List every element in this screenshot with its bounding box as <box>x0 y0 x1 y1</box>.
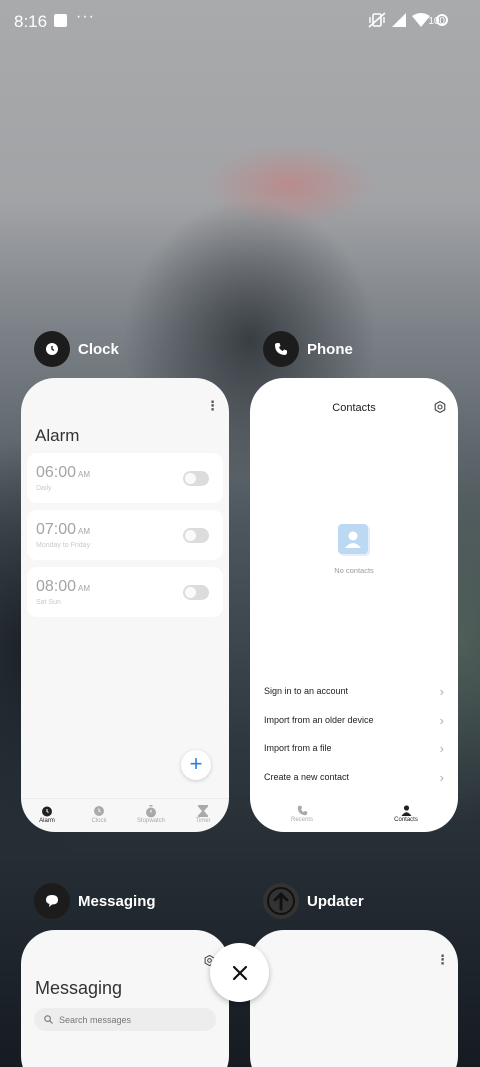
empty-contacts-icon <box>338 524 368 554</box>
import-older-device-row[interactable]: Import from an older device › <box>264 713 444 735</box>
alarm-time-value: 07:00 <box>36 521 77 538</box>
updater-app-card[interactable]: ⋮ <box>250 930 458 1067</box>
messaging-app-card[interactable]: Messaging Search messages <box>21 930 229 1067</box>
chevron-right-icon: › <box>439 684 444 699</box>
app-name-clock: Clock <box>78 340 119 358</box>
nav-label: Stopwatch <box>136 818 166 824</box>
app-label-phone[interactable]: Phone <box>263 331 353 367</box>
chevron-right-icon: › <box>439 770 444 785</box>
app-label-clock[interactable]: Clock <box>34 331 119 367</box>
settings-gear-icon[interactable] <box>434 401 446 413</box>
wifi-icon <box>412 13 430 27</box>
nav-label: Clock <box>91 818 107 824</box>
alarm-page-title: Alarm <box>35 426 80 445</box>
nav-timer[interactable]: Timer <box>177 799 229 832</box>
action-label: Sign in to an account <box>264 686 349 696</box>
alarm-repeat: Daily <box>36 485 52 492</box>
app-name-phone: Phone <box>307 340 353 358</box>
app-name-messaging: Messaging <box>78 892 156 910</box>
close-all-button[interactable] <box>210 943 269 1002</box>
chevron-right-icon: › <box>439 713 444 728</box>
toggle-knob <box>185 587 196 598</box>
toggle-knob <box>185 530 196 541</box>
alarm-repeat: Monday to Friday <box>36 542 91 549</box>
status-time: 8:16 <box>14 12 48 31</box>
messaging-title: Messaging <box>35 978 123 998</box>
app-name-updater: Updater <box>307 892 364 910</box>
alarm-toggle[interactable] <box>183 471 209 486</box>
phone-icon <box>275 343 287 355</box>
updater-app-icon[interactable] <box>263 883 299 919</box>
create-contact-row[interactable]: Create a new contact › <box>264 770 444 792</box>
sign-in-account-row[interactable]: Sign in to an account › <box>264 684 444 706</box>
chevron-right-icon: › <box>439 741 444 756</box>
phone-icon <box>297 803 308 817</box>
nav-clock[interactable]: Clock <box>73 799 125 832</box>
clock-icon <box>46 343 58 355</box>
clock-icon <box>93 804 105 818</box>
nav-label: Contacts <box>394 817 418 823</box>
phone-app-card[interactable]: Contacts No contacts Sign in to an accou… <box>250 378 458 832</box>
alarm-repeat: Sat Sun <box>36 599 61 606</box>
alarm-icon <box>41 804 53 818</box>
action-label: Import from a file <box>264 743 332 753</box>
alarm-ampm: AM <box>78 470 91 479</box>
battery-level: 100 <box>428 16 445 27</box>
nav-stopwatch[interactable]: Stopwatch <box>125 799 177 832</box>
add-alarm-button[interactable]: + <box>181 750 211 780</box>
messaging-app-icon[interactable] <box>34 883 70 919</box>
more-options-icon[interactable]: ⋮ <box>206 398 219 414</box>
nav-contacts[interactable]: Contacts <box>354 798 458 832</box>
alarm-time-value: 06:00 <box>36 464 77 481</box>
more-notifications-indicator: ··· <box>76 8 95 25</box>
clock-bottom-nav: Alarm Clock Stopwatch Timer <box>21 798 229 832</box>
phone-app-icon[interactable] <box>263 331 299 367</box>
nav-label: Alarm <box>39 818 55 824</box>
nav-alarm[interactable]: Alarm <box>21 799 73 832</box>
alarm-ampm: AM <box>78 584 91 593</box>
arrow-up-icon <box>267 887 295 915</box>
screenshot-notification-icon <box>54 14 67 27</box>
alarm-time: 08:00 AM <box>36 578 90 596</box>
clock-app-card[interactable]: ⋮ Alarm 06:00 AM Daily 07:00 AM Monday to … <box>21 378 229 832</box>
alarm-toggle[interactable] <box>183 528 209 543</box>
alarm-item[interactable]: 07:00 AM Monday to Friday <box>27 510 223 560</box>
chat-bubble-icon <box>46 895 58 907</box>
more-options-icon[interactable]: ⋮ <box>436 952 449 968</box>
toggle-knob <box>185 473 196 484</box>
action-label: Create a new contact <box>264 772 350 782</box>
import-file-row[interactable]: Import from a file › <box>264 741 444 763</box>
app-label-messaging[interactable]: Messaging <box>34 883 156 919</box>
status-bar: 8:16 ··· 100 <box>0 0 480 42</box>
vibrate-off-icon <box>368 12 386 28</box>
person-icon <box>401 803 412 817</box>
alarm-item[interactable]: 08:00 AM Sat Sun <box>27 567 223 617</box>
alarm-toggle[interactable] <box>183 585 209 600</box>
nav-label: Timer <box>195 818 211 824</box>
search-icon <box>44 1015 53 1024</box>
alarm-time-value: 08:00 <box>36 578 77 595</box>
signal-icon <box>392 13 406 27</box>
phone-bottom-nav: Recents Contacts <box>250 798 458 832</box>
clock-app-icon[interactable] <box>34 331 70 367</box>
alarm-time: 06:00 AM <box>36 464 90 482</box>
alarm-time: 07:00 AM <box>36 521 90 539</box>
stopwatch-icon <box>145 804 157 818</box>
no-contacts-text: No contacts <box>334 566 374 575</box>
search-messages-input[interactable]: Search messages <box>34 1008 216 1031</box>
action-label: Import from an older device <box>264 715 374 725</box>
nav-label: Recents <box>290 817 313 823</box>
alarm-item[interactable]: 06:00 AM Daily <box>27 453 223 503</box>
alarm-ampm: AM <box>78 527 91 536</box>
contacts-title: Contacts <box>332 402 376 414</box>
close-icon <box>232 965 247 980</box>
hourglass-icon <box>198 804 208 818</box>
search-placeholder: Search messages <box>59 1014 132 1025</box>
app-label-updater[interactable]: Updater <box>263 883 364 919</box>
nav-recents[interactable]: Recents <box>250 798 354 832</box>
